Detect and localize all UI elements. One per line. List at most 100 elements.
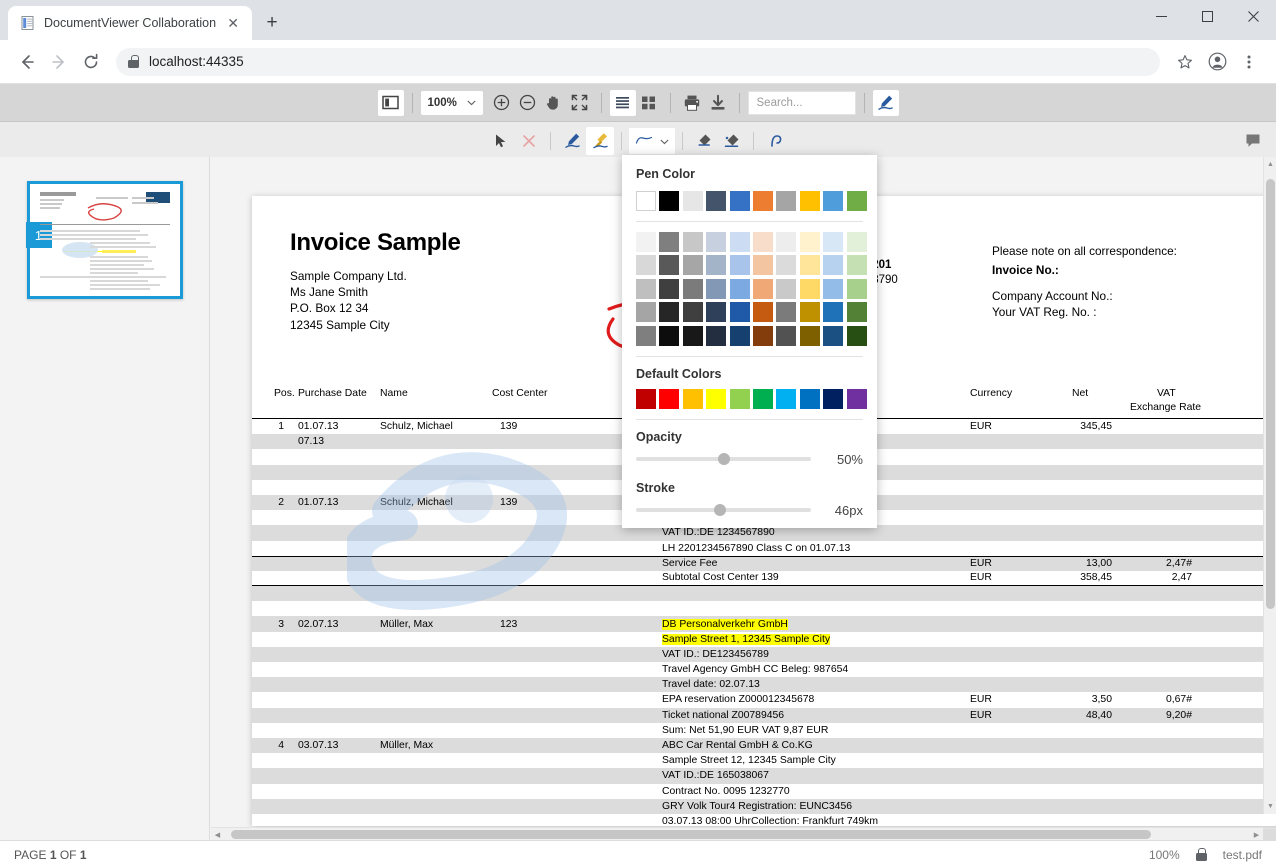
continuous-view-icon[interactable] xyxy=(609,89,636,116)
variant-swatch-2-1[interactable] xyxy=(659,278,680,299)
theme-color-swatch-8[interactable] xyxy=(823,191,844,211)
theme-color-swatch-5[interactable] xyxy=(752,191,773,211)
variant-swatch-4-1[interactable] xyxy=(659,325,680,346)
zoom-in-icon[interactable] xyxy=(489,90,515,116)
comment-bubble-icon[interactable] xyxy=(1240,128,1266,154)
variant-swatch-0-3[interactable] xyxy=(706,232,727,252)
variant-swatch-3-3[interactable] xyxy=(706,302,727,323)
theme-color-swatch-2[interactable] xyxy=(682,191,703,211)
highlighter-tool-icon[interactable] xyxy=(586,126,614,155)
eraser-icon[interactable] xyxy=(690,127,718,155)
variant-swatch-0-5[interactable] xyxy=(752,232,773,252)
variant-swatch-3-4[interactable] xyxy=(729,302,750,323)
variant-swatch-2-5[interactable] xyxy=(752,278,773,299)
variant-swatch-4-9[interactable] xyxy=(846,325,867,346)
variant-swatch-0-6[interactable] xyxy=(776,232,797,252)
print-icon[interactable] xyxy=(679,90,705,116)
theme-color-swatch-6[interactable] xyxy=(776,191,797,211)
default-color-swatch-5[interactable] xyxy=(752,388,773,409)
pan-hand-icon[interactable] xyxy=(541,90,567,116)
variant-swatch-3-2[interactable] xyxy=(682,302,703,323)
stroke-slider[interactable] xyxy=(636,504,811,517)
variant-swatch-2-8[interactable] xyxy=(823,278,844,299)
theme-color-swatch-3[interactable] xyxy=(706,191,727,211)
variant-swatch-2-3[interactable] xyxy=(706,278,727,299)
zoom-out-icon[interactable] xyxy=(515,90,541,116)
default-color-swatch-3[interactable] xyxy=(706,388,727,409)
variant-swatch-3-5[interactable] xyxy=(752,302,773,323)
variant-swatch-2-6[interactable] xyxy=(776,278,797,299)
reload-button[interactable] xyxy=(76,47,106,77)
opacity-slider[interactable] xyxy=(636,453,811,466)
delete-annotation-icon[interactable] xyxy=(515,127,543,155)
scroll-down-arrow-icon[interactable]: ▼ xyxy=(1264,799,1276,814)
variant-swatch-4-0[interactable] xyxy=(636,325,656,346)
variant-swatch-0-8[interactable] xyxy=(823,232,844,252)
variant-swatch-2-7[interactable] xyxy=(799,278,820,299)
pen-tool-icon[interactable] xyxy=(558,127,586,155)
tab-close-icon[interactable]: ✕ xyxy=(224,14,242,32)
variant-swatch-3-9[interactable] xyxy=(846,302,867,323)
theme-color-swatch-4[interactable] xyxy=(729,191,750,211)
variant-swatch-4-8[interactable] xyxy=(823,325,844,346)
variant-swatch-1-0[interactable] xyxy=(636,255,656,276)
variant-swatch-0-2[interactable] xyxy=(682,232,703,252)
bookmark-star-icon[interactable] xyxy=(1170,47,1200,77)
variant-swatch-0-4[interactable] xyxy=(729,232,750,252)
back-button[interactable] xyxy=(12,47,42,77)
default-color-swatch-8[interactable] xyxy=(823,388,844,409)
default-color-swatch-7[interactable] xyxy=(799,388,820,409)
zoom-level-select[interactable]: 100% xyxy=(420,90,483,115)
variant-swatch-1-1[interactable] xyxy=(659,255,680,276)
variant-swatch-3-6[interactable] xyxy=(776,302,797,323)
theme-color-swatch-0[interactable] xyxy=(636,191,656,211)
variant-swatch-4-7[interactable] xyxy=(799,325,820,346)
browser-tab[interactable]: DocumentViewer Collaboration ✕ xyxy=(8,6,253,40)
erase-all-icon[interactable] xyxy=(718,127,746,155)
variant-swatch-3-0[interactable] xyxy=(636,302,656,323)
variant-swatch-0-0[interactable] xyxy=(636,232,656,252)
variant-swatch-0-1[interactable] xyxy=(659,232,680,252)
theme-color-swatch-7[interactable] xyxy=(799,191,820,211)
variant-swatch-2-0[interactable] xyxy=(636,278,656,299)
variant-swatch-1-2[interactable] xyxy=(682,255,703,276)
thumbnail-page-1[interactable]: 1 xyxy=(25,181,183,299)
default-color-swatch-4[interactable] xyxy=(729,388,750,409)
variant-swatch-2-4[interactable] xyxy=(729,278,750,299)
theme-color-swatch-9[interactable] xyxy=(846,191,867,211)
variant-swatch-1-8[interactable] xyxy=(823,255,844,276)
vertical-scrollbar-thumb[interactable] xyxy=(1266,179,1275,609)
download-icon[interactable] xyxy=(705,90,731,116)
shape-select[interactable] xyxy=(629,127,675,154)
grid-view-icon[interactable] xyxy=(636,90,662,116)
annotate-pen-icon[interactable] xyxy=(872,89,899,116)
vertical-scrollbar[interactable]: ▲ ▼ xyxy=(1263,157,1276,814)
variant-swatch-4-5[interactable] xyxy=(752,325,773,346)
variant-swatch-1-7[interactable] xyxy=(799,255,820,276)
variant-swatch-4-6[interactable] xyxy=(776,325,797,346)
variant-swatch-3-8[interactable] xyxy=(823,302,844,323)
cursor-arrow-icon[interactable] xyxy=(487,127,515,155)
variant-swatch-4-2[interactable] xyxy=(682,325,703,346)
variant-swatch-1-9[interactable] xyxy=(846,255,867,276)
profile-icon[interactable] xyxy=(1202,47,1232,77)
window-maximize-button[interactable] xyxy=(1184,0,1230,32)
undo-icon[interactable] xyxy=(761,127,789,155)
scroll-up-arrow-icon[interactable]: ▲ xyxy=(1264,157,1276,172)
theme-color-swatch-1[interactable] xyxy=(659,191,680,211)
variant-swatch-1-5[interactable] xyxy=(752,255,773,276)
variant-swatch-2-2[interactable] xyxy=(682,278,703,299)
variant-swatch-3-1[interactable] xyxy=(659,302,680,323)
variant-swatch-1-6[interactable] xyxy=(776,255,797,276)
new-tab-button[interactable]: + xyxy=(258,9,286,37)
variant-swatch-0-7[interactable] xyxy=(799,232,820,252)
default-color-swatch-6[interactable] xyxy=(776,388,797,409)
browser-menu-icon[interactable] xyxy=(1234,47,1264,77)
horizontal-scrollbar-thumb[interactable] xyxy=(231,830,1151,839)
forward-button[interactable] xyxy=(44,47,74,77)
variant-swatch-4-4[interactable] xyxy=(729,325,750,346)
window-minimize-button[interactable] xyxy=(1138,0,1184,32)
variant-swatch-1-4[interactable] xyxy=(729,255,750,276)
variant-swatch-3-7[interactable] xyxy=(799,302,820,323)
stroke-slider-knob[interactable] xyxy=(714,504,726,517)
